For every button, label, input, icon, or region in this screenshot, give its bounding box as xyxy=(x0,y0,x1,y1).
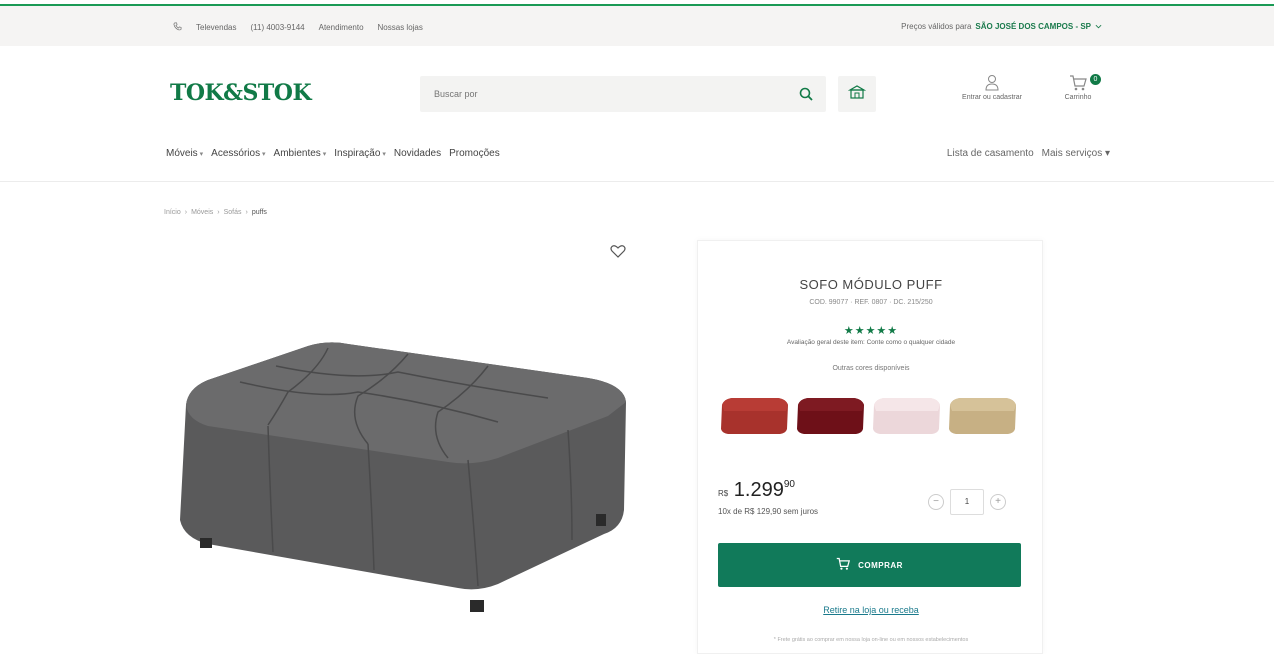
nav-item-novidades[interactable]: Novidades xyxy=(394,148,441,159)
location-value[interactable]: SÃO JOSÉ DOS CAMPOS - SP xyxy=(975,22,1091,31)
breadcrumb-separator: › xyxy=(184,209,188,216)
breadcrumb-item[interactable]: Sofás xyxy=(224,209,242,216)
chevron-down-icon xyxy=(1095,22,1102,31)
swatch-pink[interactable] xyxy=(870,393,942,439)
search-input[interactable] xyxy=(434,86,774,102)
nav-item-promocoes[interactable]: Promoções xyxy=(449,148,500,159)
heart-icon xyxy=(610,245,626,262)
rating-text: Avaliação geral deste item: Conte como o… xyxy=(786,339,956,346)
buy-button[interactable]: COMPRAR xyxy=(718,543,1021,587)
cart-button[interactable]: 0 Carrinho xyxy=(1056,74,1101,101)
store-button[interactable] xyxy=(838,76,876,112)
decrease-button[interactable]: − xyxy=(928,494,944,510)
swatch-beige[interactable] xyxy=(946,393,1018,439)
swatch-burgundy[interactable] xyxy=(794,393,866,439)
phone-number[interactable]: (11) 4003-9144 xyxy=(250,23,304,32)
main-nav: Móveis Acessórios Ambientes Inspiração N… xyxy=(166,148,500,159)
phone-icon xyxy=(173,22,182,33)
cart-label: Carrinho xyxy=(1064,94,1092,101)
user-icon xyxy=(984,75,1000,94)
site-logo[interactable]: TOK&STOK xyxy=(170,80,312,106)
search-icon[interactable] xyxy=(798,86,814,107)
product-image xyxy=(168,330,638,620)
link-nossas-lojas[interactable]: Nossas lojas xyxy=(378,23,423,32)
price-integer: 1.299 xyxy=(733,479,784,501)
cart-icon xyxy=(1069,75,1087,94)
installments-text: 10x de R$ 129,90 sem juros xyxy=(718,507,819,516)
swatch-red[interactable] xyxy=(718,393,790,439)
location-prefix: Preços válidos para xyxy=(901,22,972,31)
purchase-panel: SOFO MÓDULO PUFF COD. 99077 · REF. 0807 … xyxy=(697,240,1043,654)
nav-item-inspiracao[interactable]: Inspiração xyxy=(334,148,386,159)
other-colors-label: Outras cores disponíveis xyxy=(832,365,910,372)
location-selector[interactable]: Preços válidos para SÃO JOSÉ DOS CAMPOS … xyxy=(901,22,1102,31)
nav-wedding-list[interactable]: Lista de casamento xyxy=(947,148,1034,159)
product-title: SOFO MÓDULO PUFF xyxy=(799,277,943,292)
nav-secondary: Lista de casamento Mais serviços ▾ xyxy=(947,148,1110,159)
quantity-stepper: − 1 + xyxy=(928,489,1006,515)
breadcrumb-item[interactable]: Início xyxy=(164,209,181,216)
buy-button-label: COMPRAR xyxy=(858,560,903,570)
link-atendimento[interactable]: Atendimento xyxy=(319,23,364,32)
rating-stars[interactable]: ★★★★★ xyxy=(698,324,1044,337)
increase-button[interactable]: + xyxy=(990,494,1006,510)
top-bar-left: Televendas (11) 4003-9144 Atendimento No… xyxy=(173,22,423,33)
breadcrumb-separator: › xyxy=(217,209,220,216)
nav-item-moveis[interactable]: Móveis xyxy=(166,148,203,159)
account-button[interactable]: Entrar ou cadastrar xyxy=(942,74,1042,101)
quantity-input[interactable]: 1 xyxy=(950,489,984,515)
pickup-link[interactable]: Retire na loja ou receba xyxy=(698,605,1044,615)
color-swatches xyxy=(718,393,1018,439)
nav-item-acessorios[interactable]: Acessórios xyxy=(211,148,265,159)
breadcrumb-separator: › xyxy=(245,209,248,216)
nav-item-ambientes[interactable]: Ambientes xyxy=(274,148,327,159)
price-cents: 90 xyxy=(783,479,795,490)
phone-label: Televendas xyxy=(196,23,237,32)
site-header: TOK&STOK Entrar ou cadastrar 0 Carrinho … xyxy=(0,46,1274,182)
nav-more-services[interactable]: Mais serviços ▾ xyxy=(1042,148,1110,159)
cart-count-badge: 0 xyxy=(1090,74,1101,85)
store-icon xyxy=(847,84,867,105)
account-label: Entrar ou cadastrar xyxy=(962,94,1022,101)
search-bar xyxy=(420,76,826,112)
product-price: R$ 1.29990 xyxy=(718,479,795,502)
breadcrumb-item[interactable]: Móveis xyxy=(191,209,213,216)
cart-icon xyxy=(836,557,851,573)
product-code: COD. 99077 · REF. 0807 · DC. 215/250 xyxy=(809,299,933,306)
breadcrumb-current: puffs xyxy=(251,209,267,216)
breadcrumb: Início › Móveis › Sofás › puffs xyxy=(164,209,267,216)
shipping-note: * Frete grátis ao comprar em nossa loja … xyxy=(773,637,969,643)
top-bar: Televendas (11) 4003-9144 Atendimento No… xyxy=(0,6,1274,46)
price-currency: R$ xyxy=(718,489,729,498)
favorite-button[interactable] xyxy=(610,244,630,264)
